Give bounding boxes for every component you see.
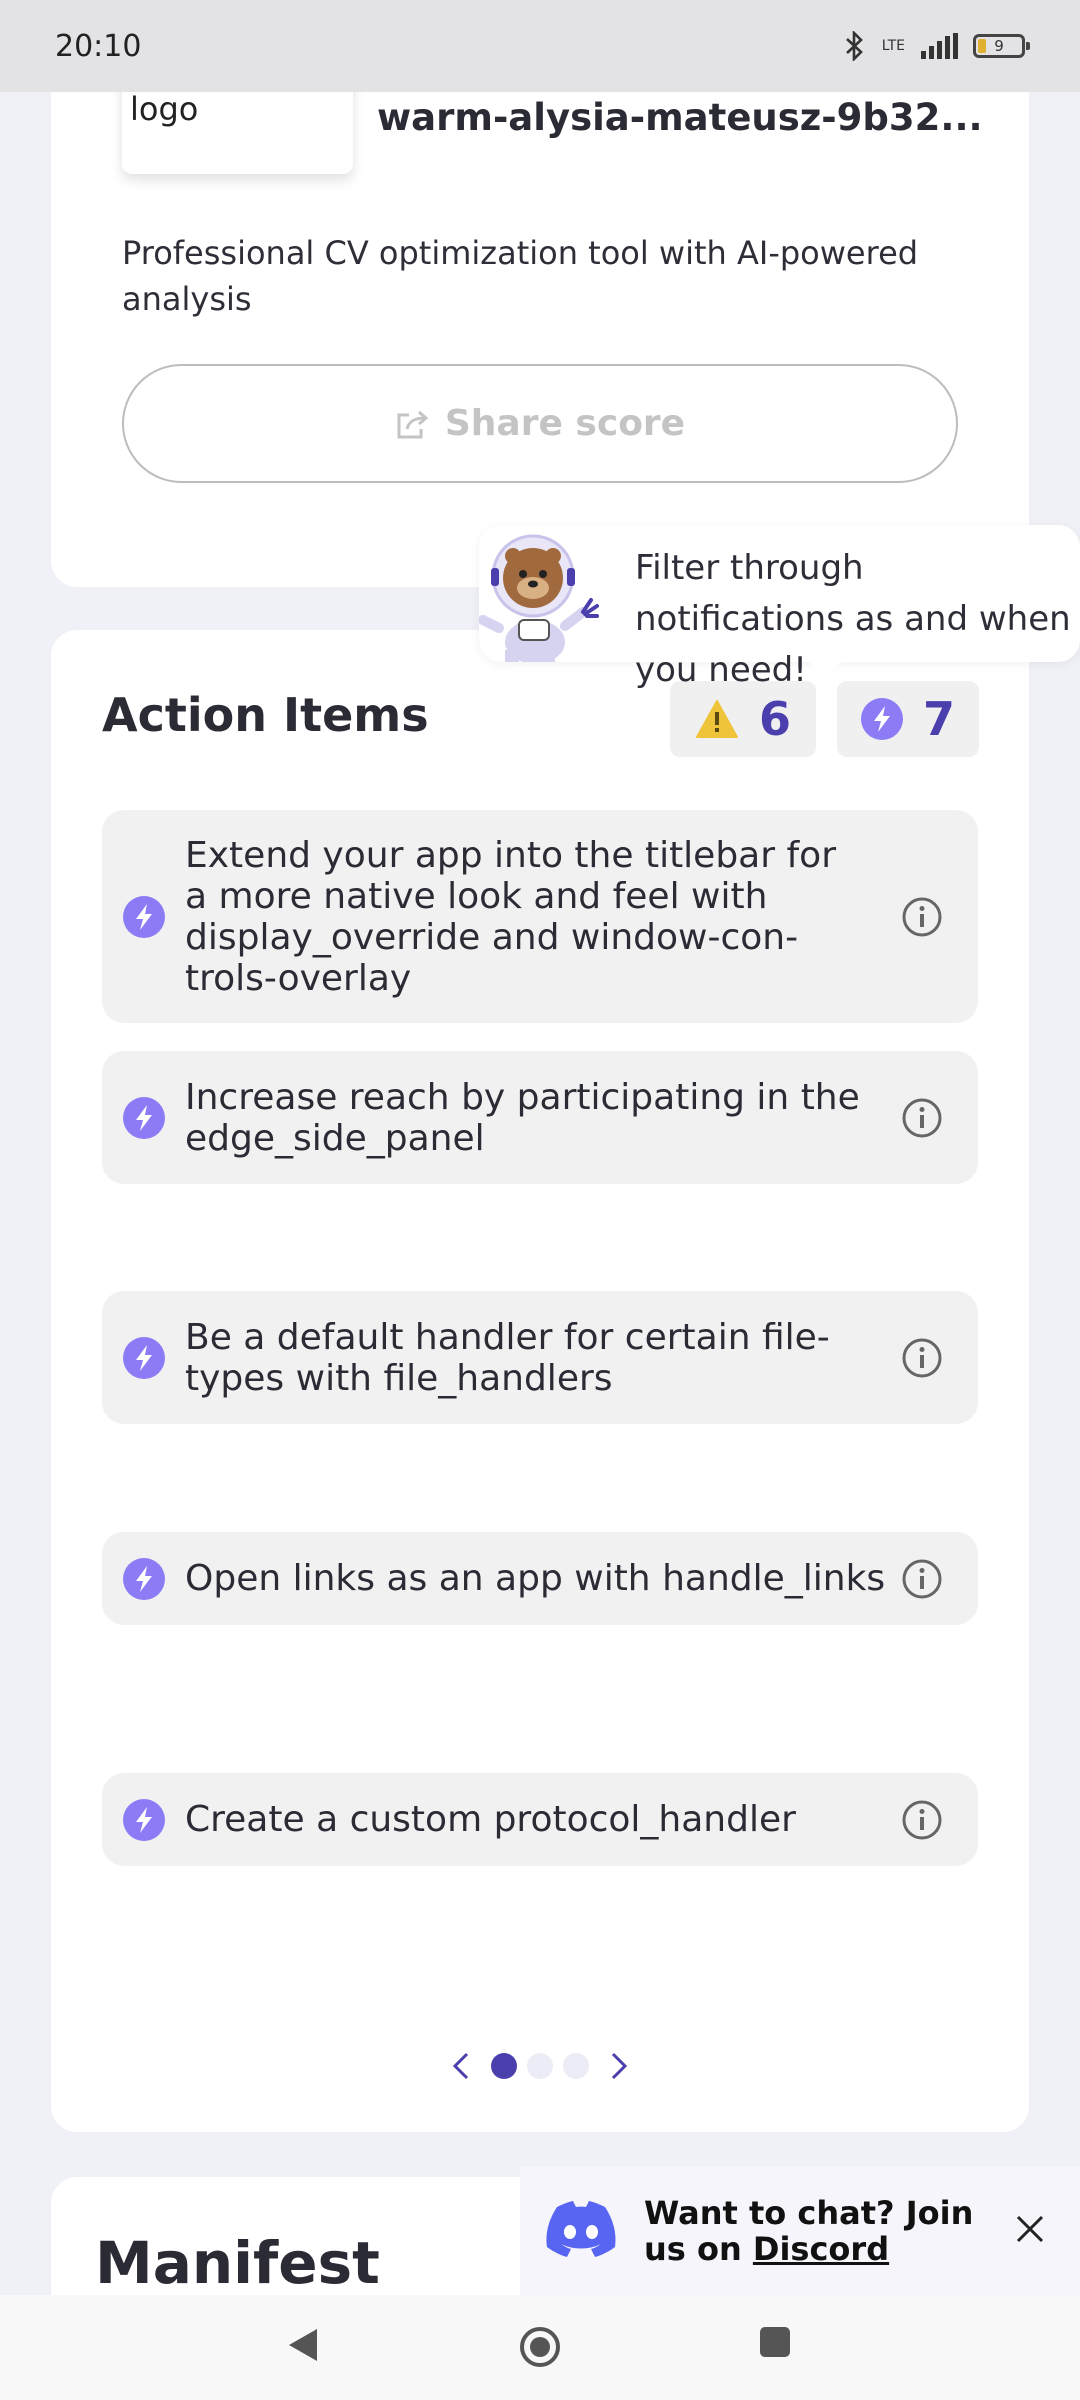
next-page-button[interactable] [599, 2046, 639, 2086]
astronaut-mascot-icon [479, 534, 599, 662]
info-icon[interactable] [901, 1097, 943, 1139]
bolt-icon [123, 1336, 165, 1379]
page-dot-3[interactable] [563, 2053, 589, 2079]
warnings-count: 6 [758, 692, 791, 746]
action-items-title: Action Items [102, 688, 429, 742]
discord-cta-prefix: us on [644, 2230, 753, 2268]
action-item[interactable]: Create a custom protocol_handler [102, 1773, 978, 1866]
system-nav-bar [0, 2295, 1080, 2400]
discord-link[interactable]: Discord [753, 2230, 889, 2268]
share-icon [397, 410, 429, 438]
action-item[interactable]: Be a default handler for certain file-ty… [102, 1291, 978, 1424]
info-icon[interactable] [901, 1799, 943, 1841]
discord-banner[interactable]: Want to chat? Join us on Discord [520, 2167, 1080, 2297]
action-item[interactable]: Increase reach by participating in the e… [102, 1051, 978, 1184]
home-icon[interactable] [518, 2325, 562, 2369]
prev-page-button[interactable] [441, 2046, 481, 2086]
info-icon[interactable] [901, 1337, 943, 1379]
bolt-icon [123, 1557, 165, 1600]
action-item[interactable]: Extend your app into the titlebar for a … [102, 810, 978, 1023]
page-dot-2[interactable] [527, 2053, 553, 2079]
tooltip-text: Filter through notifications as and when… [635, 548, 1071, 690]
pagination [51, 2046, 1029, 2086]
status-bar: 20:10 LTE 9 [0, 0, 1080, 92]
info-icon[interactable] [901, 896, 943, 938]
bolt-icon [123, 1096, 165, 1139]
discord-cta-line2: us on Discord [644, 2231, 984, 2267]
status-icons: LTE 9 [842, 31, 1030, 61]
action-item-text: Open links as an app with handle_links [185, 1558, 886, 1599]
bolt-icon [860, 698, 903, 740]
action-item-text: Be a default handler for certain file-ty… [185, 1316, 830, 1399]
info-icon[interactable] [901, 1558, 943, 1600]
action-item[interactable]: Open links as an app with handle_links [102, 1532, 978, 1625]
chevron-right-icon [611, 2052, 628, 2080]
app-description: Professional CV optimization tool with A… [122, 234, 919, 318]
bolt-icon [123, 895, 165, 938]
action-item-text: Increase reach by participating in the e… [185, 1076, 860, 1159]
recents-icon[interactable] [758, 2325, 792, 2359]
share-score-button[interactable]: Share score [122, 364, 958, 483]
close-icon[interactable] [1014, 2213, 1046, 2245]
action-item-text: Extend your app into the titlebar for a … [185, 834, 836, 999]
suggestions-count: 7 [922, 692, 955, 746]
back-icon[interactable] [285, 2325, 321, 2365]
warning-icon [695, 700, 738, 738]
manifest-title: Manifest [95, 2229, 380, 2297]
app-summary-card: logo warm-alysia-mateusz-9b32... Profess… [51, 60, 1029, 587]
page-dot-1[interactable] [491, 2053, 517, 2079]
signal-icon [921, 33, 958, 59]
chevron-left-icon [452, 2052, 469, 2080]
network-type: LTE [881, 38, 905, 54]
share-score-label: Share score [444, 403, 686, 444]
app-name: warm-alysia-mateusz-9b32... [377, 96, 983, 139]
discord-icon [546, 2201, 616, 2257]
notification-tooltip: Filter through notifications as and when… [479, 525, 1080, 690]
status-time: 20:10 [55, 28, 142, 64]
discord-cta-line1: Want to chat? Join [644, 2194, 974, 2232]
action-item-text: Create a custom protocol_handler [185, 1799, 796, 1840]
battery-level: 9 [994, 37, 1004, 55]
battery-icon: 9 [973, 34, 1030, 58]
discord-cta: Want to chat? Join us on Discord [644, 2195, 984, 2267]
action-items-card: Action Items 6 7 Extend your app into th… [51, 630, 1029, 2132]
bolt-icon [123, 1798, 165, 1841]
app-logo-alt: logo [130, 90, 199, 128]
bluetooth-icon [845, 31, 863, 61]
